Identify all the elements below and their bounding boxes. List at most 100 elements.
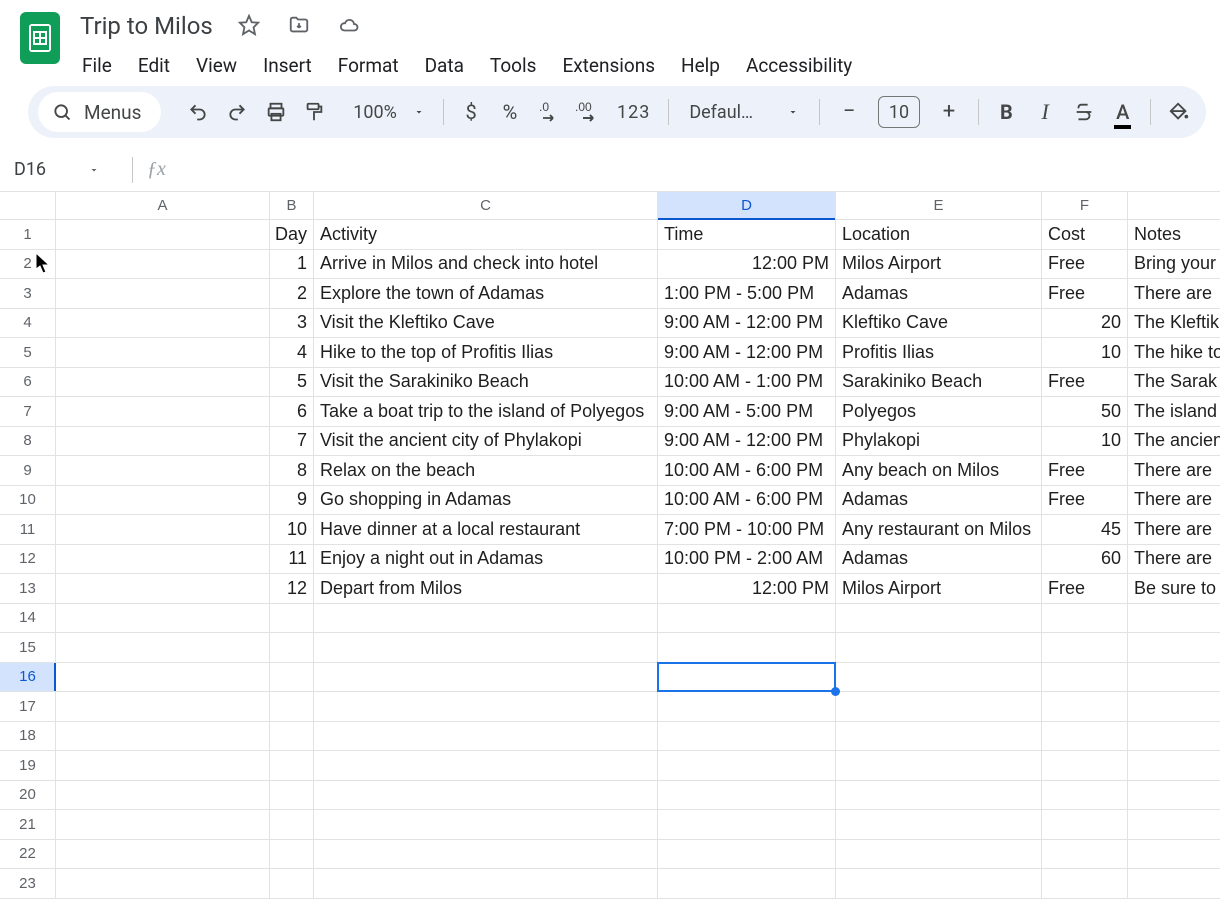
- cell-C10[interactable]: Go shopping in Adamas: [314, 486, 658, 515]
- menu-file[interactable]: File: [80, 50, 124, 81]
- cell-E14[interactable]: [836, 604, 1042, 633]
- cell-C2[interactable]: Arrive in Milos and check into hotel: [314, 250, 658, 279]
- row-header[interactable]: 1: [0, 220, 56, 249]
- row-header[interactable]: 4: [0, 309, 56, 338]
- row-header[interactable]: 18: [0, 722, 56, 751]
- cell-B10[interactable]: 9: [270, 486, 314, 515]
- bold-button[interactable]: B: [989, 93, 1024, 131]
- paint-format-button[interactable]: [297, 93, 332, 131]
- cell-D11[interactable]: 7:00 PM - 10:00 PM: [658, 515, 836, 544]
- column-header-C[interactable]: C: [314, 192, 658, 219]
- column-header-E[interactable]: E: [836, 192, 1042, 219]
- cell-G12[interactable]: There are: [1128, 545, 1220, 574]
- row-header[interactable]: 14: [0, 604, 56, 633]
- cell-G23[interactable]: [1128, 869, 1220, 898]
- cell-A10[interactable]: [56, 486, 270, 515]
- column-header-B[interactable]: B: [270, 192, 314, 219]
- cell-C5[interactable]: Hike to the top of Profitis Ilias: [314, 338, 658, 367]
- cell-G10[interactable]: There are: [1128, 486, 1220, 515]
- cell-B8[interactable]: 7: [270, 427, 314, 456]
- cell-A22[interactable]: [56, 840, 270, 869]
- cell-D12[interactable]: 10:00 PM - 2:00 AM: [658, 545, 836, 574]
- cell-G17[interactable]: [1128, 692, 1220, 721]
- cloud-status-icon[interactable]: [335, 11, 363, 39]
- cell-F16[interactable]: [1042, 663, 1128, 692]
- cell-A6[interactable]: [56, 368, 270, 397]
- row-header[interactable]: 19: [0, 751, 56, 780]
- cell-G13[interactable]: Be sure to: [1128, 574, 1220, 603]
- cell-F2[interactable]: Free: [1042, 250, 1128, 279]
- move-to-folder-icon[interactable]: [285, 11, 313, 39]
- cell-E11[interactable]: Any restaurant on Milos: [836, 515, 1042, 544]
- cell-C7[interactable]: Take a boat trip to the island of Polyeg…: [314, 397, 658, 426]
- formula-input[interactable]: [166, 148, 1220, 191]
- cell-F18[interactable]: [1042, 722, 1128, 751]
- cell-D3[interactable]: 1:00 PM - 5:00 PM: [658, 279, 836, 308]
- cell-C12[interactable]: Enjoy a night out in Adamas: [314, 545, 658, 574]
- cell-A17[interactable]: [56, 692, 270, 721]
- column-header-F[interactable]: F: [1042, 192, 1128, 219]
- cell-C9[interactable]: Relax on the beach: [314, 456, 658, 485]
- cell-A7[interactable]: [56, 397, 270, 426]
- menu-help[interactable]: Help: [669, 50, 732, 81]
- menu-data[interactable]: Data: [413, 50, 476, 81]
- cell-A13[interactable]: [56, 574, 270, 603]
- cell-G19[interactable]: [1128, 751, 1220, 780]
- cell-C16[interactable]: [314, 663, 658, 692]
- decrease-decimal-button[interactable]: .0: [531, 93, 566, 131]
- cell-A21[interactable]: [56, 810, 270, 839]
- cell-G9[interactable]: There are: [1128, 456, 1220, 485]
- spreadsheet-grid[interactable]: ABCDEF 1DayActivityTimeLocationCostNotes…: [0, 192, 1220, 899]
- cell-D2[interactable]: 12:00 PM: [658, 250, 836, 279]
- menu-insert[interactable]: Insert: [251, 50, 324, 81]
- cell-A15[interactable]: [56, 633, 270, 662]
- menu-edit[interactable]: Edit: [126, 50, 182, 81]
- percent-button[interactable]: %: [493, 93, 528, 131]
- document-title[interactable]: Trip to Milos: [80, 10, 213, 40]
- cell-G7[interactable]: The island: [1128, 397, 1220, 426]
- cell-F14[interactable]: [1042, 604, 1128, 633]
- cell-B14[interactable]: [270, 604, 314, 633]
- cell-G8[interactable]: The ancien: [1128, 427, 1220, 456]
- cell-A2[interactable]: [56, 250, 270, 279]
- cell-F22[interactable]: [1042, 840, 1128, 869]
- undo-button[interactable]: [180, 93, 215, 131]
- row-header[interactable]: 8: [0, 427, 56, 456]
- row-header[interactable]: 17: [0, 692, 56, 721]
- cell-D16[interactable]: [658, 663, 836, 692]
- star-icon[interactable]: [235, 11, 263, 39]
- italic-button[interactable]: I: [1028, 93, 1063, 131]
- cell-D21[interactable]: [658, 810, 836, 839]
- cell-F8[interactable]: 10: [1042, 427, 1128, 456]
- cell-D13[interactable]: 12:00 PM: [658, 574, 836, 603]
- cell-A19[interactable]: [56, 751, 270, 780]
- row-header[interactable]: 7: [0, 397, 56, 426]
- cell-D17[interactable]: [658, 692, 836, 721]
- cell-F7[interactable]: 50: [1042, 397, 1128, 426]
- row-header[interactable]: 16: [0, 663, 56, 692]
- fill-color-button[interactable]: [1161, 93, 1196, 131]
- cell-B21[interactable]: [270, 810, 314, 839]
- cell-B22[interactable]: [270, 840, 314, 869]
- cell-E10[interactable]: Adamas: [836, 486, 1042, 515]
- cell-D19[interactable]: [658, 751, 836, 780]
- cell-C22[interactable]: [314, 840, 658, 869]
- cell-E15[interactable]: [836, 633, 1042, 662]
- cell-F20[interactable]: [1042, 781, 1128, 810]
- cell-D23[interactable]: [658, 869, 836, 898]
- font-size-input[interactable]: 10: [878, 96, 920, 128]
- cell-E17[interactable]: [836, 692, 1042, 721]
- cell-E3[interactable]: Adamas: [836, 279, 1042, 308]
- increase-decimal-button[interactable]: .00: [570, 93, 605, 131]
- cell-G14[interactable]: [1128, 604, 1220, 633]
- cell-G22[interactable]: [1128, 840, 1220, 869]
- cell-G11[interactable]: There are: [1128, 515, 1220, 544]
- column-header-A[interactable]: A: [56, 192, 270, 219]
- cell-G3[interactable]: There are: [1128, 279, 1220, 308]
- menu-accessibility[interactable]: Accessibility: [734, 50, 864, 81]
- cell-B19[interactable]: [270, 751, 314, 780]
- cell-A20[interactable]: [56, 781, 270, 810]
- cell-B20[interactable]: [270, 781, 314, 810]
- cell-D5[interactable]: 9:00 AM - 12:00 PM: [658, 338, 836, 367]
- font-size-decrease[interactable]: −: [830, 93, 868, 131]
